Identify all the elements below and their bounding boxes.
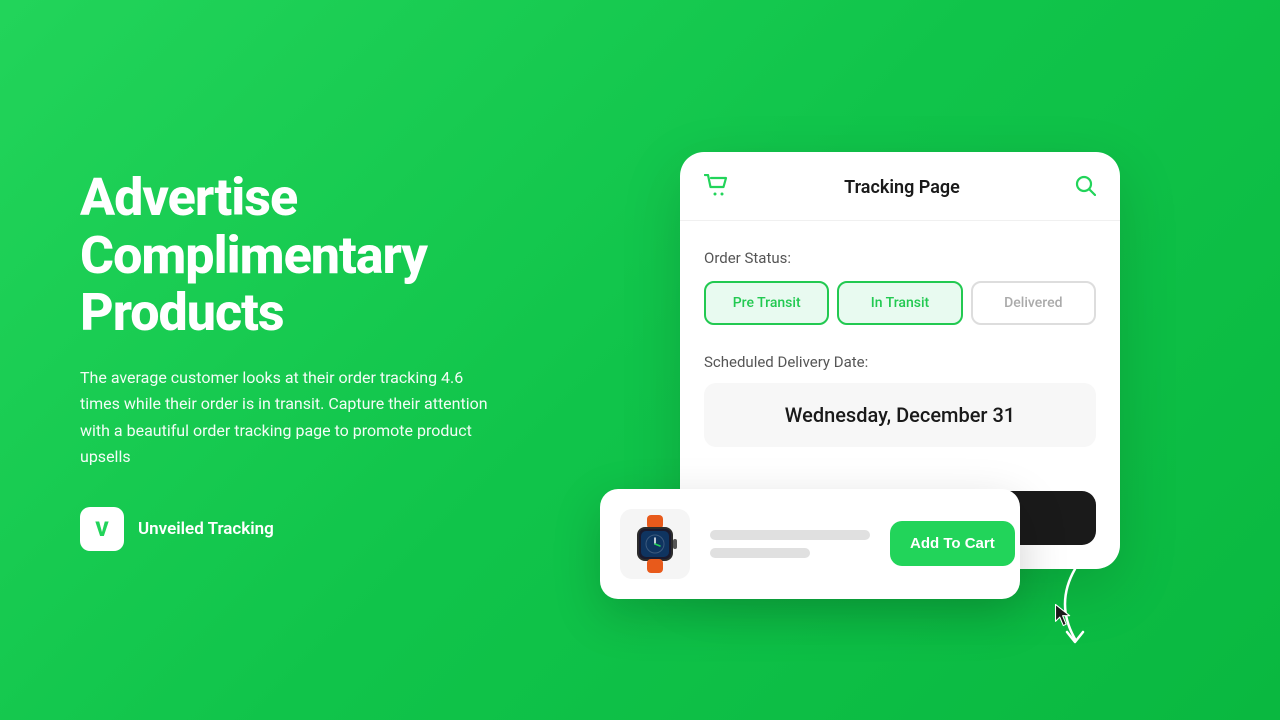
status-tabs: Pre Transit In Transit Delivered [704, 281, 1096, 325]
search-icon [1074, 174, 1096, 201]
brand-row: V Unveiled Tracking [80, 507, 500, 551]
add-to-cart-button[interactable]: Add To Cart [890, 521, 1015, 566]
brand-name: Unveiled Tracking [138, 519, 274, 539]
tracking-card: Tracking Page Order Status: Pre Transit … [680, 152, 1120, 569]
product-info [710, 530, 870, 558]
right-panel: Tracking Page Order Status: Pre Transit … [560, 112, 1280, 609]
product-image [620, 509, 690, 579]
description: The average customer looks at their orde… [80, 365, 500, 471]
cursor-icon [1052, 603, 1076, 627]
upsell-card: Add To Cart [600, 489, 1020, 599]
tracking-header: Tracking Page [680, 152, 1120, 221]
delivery-date-box: Wednesday, December 31 [704, 383, 1096, 447]
delivery-label: Scheduled Delivery Date: [704, 353, 1096, 371]
product-title-bar [710, 530, 870, 540]
left-panel: Advertise Complimentary Products The ave… [0, 109, 560, 610]
headline: Advertise Complimentary Products [80, 169, 500, 341]
tab-in-transit[interactable]: In Transit [837, 281, 962, 325]
order-status-label: Order Status: [704, 249, 1096, 267]
product-price-bar [710, 548, 810, 558]
cart-icon [704, 174, 730, 202]
tab-delivered[interactable]: Delivered [971, 281, 1096, 325]
tracking-body: Order Status: Pre Transit In Transit Del… [680, 221, 1120, 471]
brand-logo: V [80, 507, 124, 551]
delivery-date: Wednesday, December 31 [785, 403, 1015, 427]
tab-pre-transit[interactable]: Pre Transit [704, 281, 829, 325]
tracking-title: Tracking Page [844, 177, 960, 198]
